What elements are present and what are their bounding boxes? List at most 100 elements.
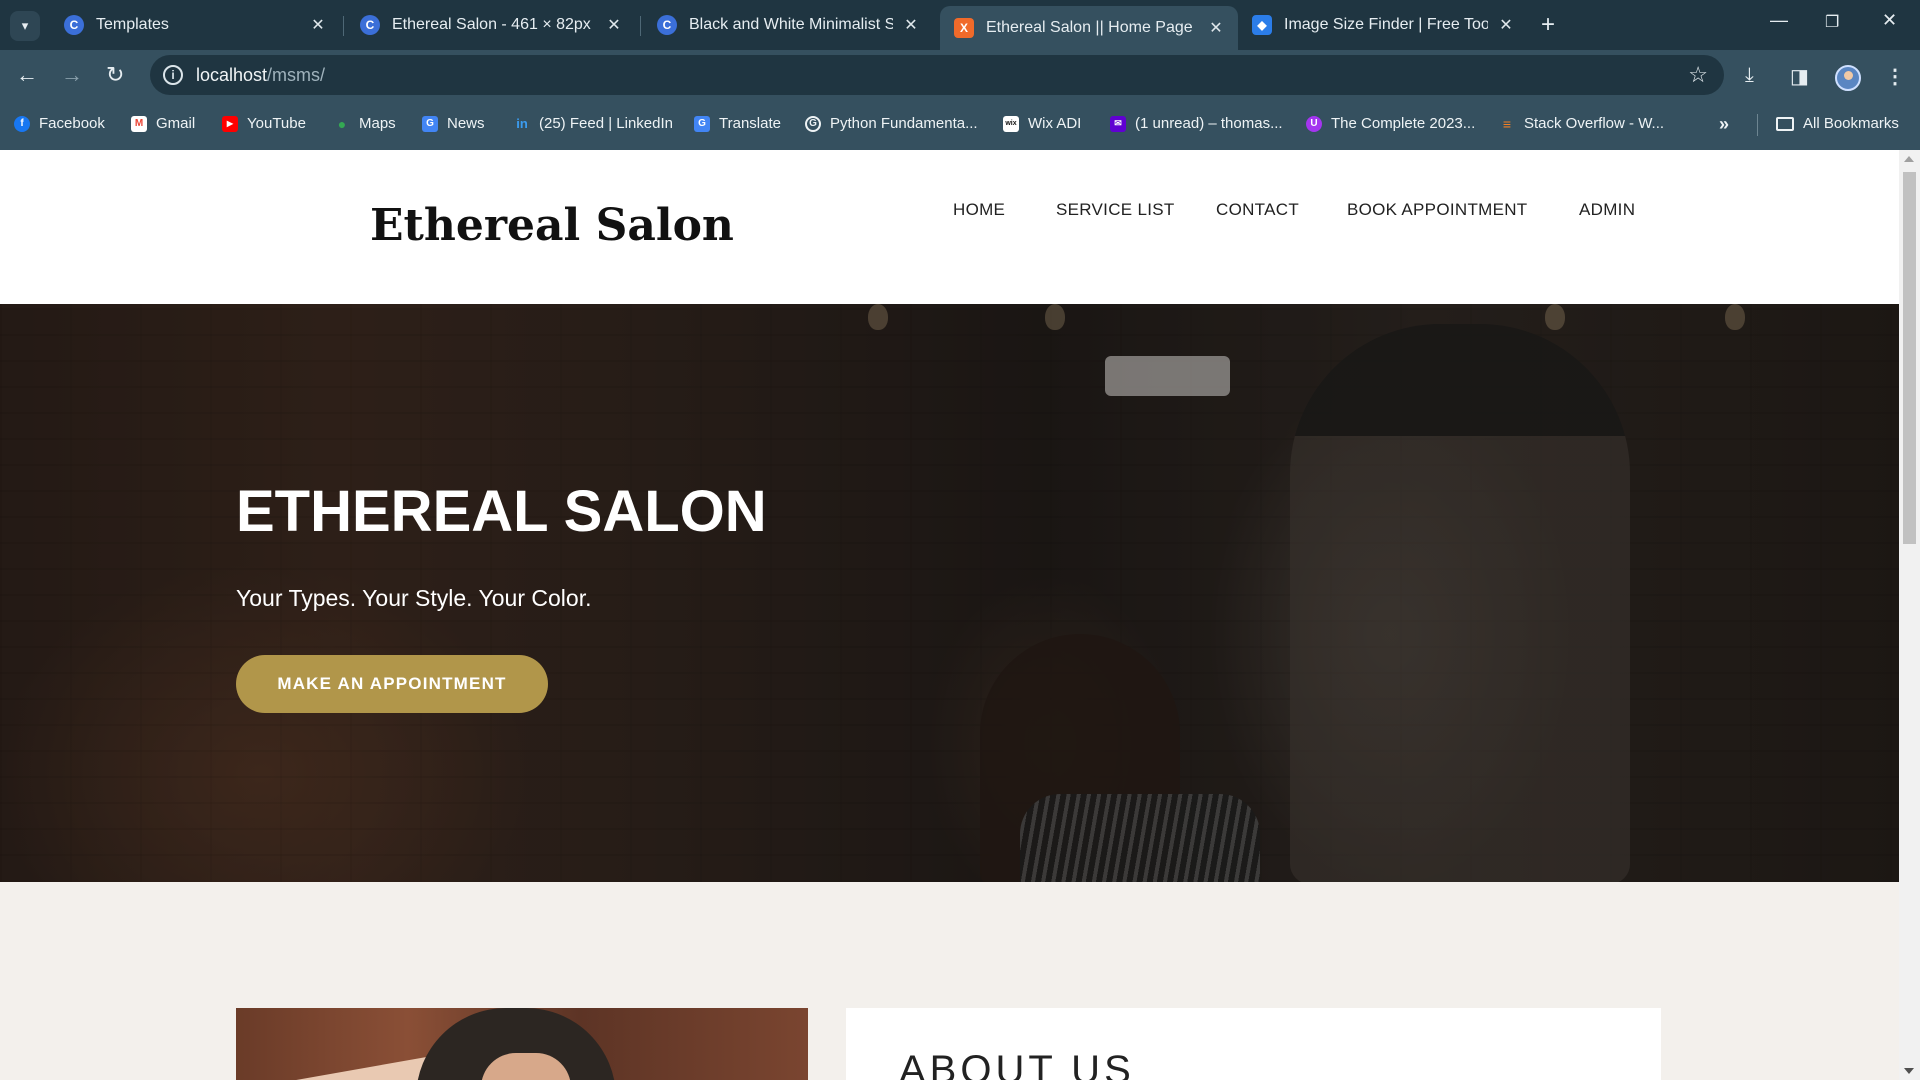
gmail-icon: M xyxy=(131,115,147,132)
download-icon[interactable]: ⤓ xyxy=(1745,64,1754,87)
bookmark-label: The Complete 2023... xyxy=(1331,115,1476,132)
close-icon[interactable]: ✕ xyxy=(604,15,624,35)
tab-title: Ethereal Salon - 461 × 82px xyxy=(392,16,591,33)
side-panel-icon[interactable]: ◨ xyxy=(1790,64,1809,89)
folder-icon xyxy=(1776,116,1794,131)
stackoverflow-icon: ≡ xyxy=(1502,115,1512,132)
image-size-finder-icon: ◆ xyxy=(1252,15,1272,35)
close-icon[interactable]: ✕ xyxy=(1206,18,1226,38)
nav-contact[interactable]: CONTACT xyxy=(1216,200,1299,220)
close-icon[interactable]: ✕ xyxy=(901,15,921,35)
bookmark-label: Python Fundamenta... xyxy=(830,115,978,132)
more-bookmarks-icon[interactable]: » xyxy=(1719,114,1729,135)
google-icon: G xyxy=(805,115,821,132)
bookmark-star-icon[interactable]: ☆ xyxy=(1688,62,1708,88)
page-viewport: Ethereal Salon HOME SERVICE LIST CONTACT… xyxy=(0,150,1899,1080)
close-window-button[interactable]: ✕ xyxy=(1882,10,1897,31)
close-icon[interactable]: ✕ xyxy=(1496,15,1516,35)
canva-icon: C xyxy=(657,15,677,35)
maps-pin-icon: ● xyxy=(337,115,347,132)
bookmark-udemy[interactable]: U The Complete 2023... xyxy=(1306,115,1475,132)
bookmark-label: Gmail xyxy=(156,115,196,132)
mail-icon: ✉ xyxy=(1110,115,1126,132)
make-appointment-button[interactable]: MAKE AN APPOINTMENT xyxy=(236,655,548,713)
news-icon: G xyxy=(422,115,438,132)
bookmark-stack-overflow[interactable]: ≡ Stack Overflow - W... xyxy=(1499,115,1664,132)
bookmark-facebook[interactable]: f Facebook xyxy=(14,115,105,132)
about-title: ABOUT US xyxy=(899,1048,1135,1080)
bookmark-python-fundamentals[interactable]: G Python Fundamenta... xyxy=(805,115,978,132)
chevron-down-icon: ▾ xyxy=(21,18,29,33)
bookmark-label: Maps xyxy=(359,115,396,132)
tab-separator xyxy=(343,16,344,36)
close-icon[interactable]: ✕ xyxy=(308,15,328,35)
site-info-icon[interactable]: i xyxy=(163,65,183,85)
hero-banner: ETHEREAL SALON Your Types. Your Style. Y… xyxy=(0,304,1899,882)
bookmark-yahoo-mail[interactable]: ✉ (1 unread) – thomas... xyxy=(1110,115,1283,132)
tab-image-size-finder[interactable]: ◆ Image Size Finder | Free Tool | P ✕ xyxy=(1238,6,1528,44)
tab-black-and-white[interactable]: C Black and White Minimalist Sim ✕ xyxy=(643,6,933,44)
about-image xyxy=(236,1008,808,1080)
tab-title: Templates xyxy=(96,16,169,33)
bookmark-maps[interactable]: ● Maps xyxy=(334,115,396,132)
xampp-icon: X xyxy=(954,18,974,38)
tab-ethereal-salon-image[interactable]: C Ethereal Salon - 461 × 82px ✕ xyxy=(346,6,636,44)
scroll-thumb[interactable] xyxy=(1903,172,1916,544)
site-logo[interactable]: Ethereal Salon xyxy=(370,200,734,251)
all-bookmarks-label: All Bookmarks xyxy=(1803,115,1899,132)
bookmark-gmail[interactable]: M Gmail xyxy=(131,115,195,132)
bookmark-label: (1 unread) – thomas... xyxy=(1135,115,1283,132)
tab-title: Ethereal Salon || Home Page xyxy=(986,19,1193,36)
nav-service-list[interactable]: SERVICE LIST xyxy=(1056,200,1175,220)
bookmark-label: (25) Feed | LinkedIn xyxy=(539,115,673,132)
minimize-button[interactable]: — xyxy=(1770,10,1788,31)
bookmark-label: Stack Overflow - W... xyxy=(1524,115,1665,132)
scroll-down-arrow[interactable] xyxy=(1904,1068,1914,1074)
menu-kebab-icon[interactable]: ⋮ xyxy=(1885,64,1905,89)
facebook-icon: f xyxy=(14,115,30,132)
restore-button[interactable]: ❐ xyxy=(1825,12,1839,32)
tab-strip: ▾ C Templates ✕ C Ethereal Salon - 461 ×… xyxy=(0,0,1920,50)
tab-title: Image Size Finder | Free Tool | P xyxy=(1284,16,1488,33)
linkedin-icon: in xyxy=(516,116,528,131)
bookmark-label: Facebook xyxy=(39,115,105,132)
url-host: localhost xyxy=(196,65,268,85)
about-card: ABOUT US xyxy=(846,1008,1661,1080)
url-text[interactable]: localhost/msms/ xyxy=(196,65,325,86)
scroll-up-arrow[interactable] xyxy=(1904,156,1914,162)
tab-title: Black and White Minimalist Sim xyxy=(689,16,893,33)
profile-avatar[interactable] xyxy=(1835,65,1861,91)
all-bookmarks-button[interactable]: All Bookmarks xyxy=(1776,115,1899,132)
bookmarks-divider xyxy=(1757,114,1758,136)
udemy-icon: U xyxy=(1306,115,1322,132)
nav-home[interactable]: HOME xyxy=(953,200,1005,220)
page-scrollbar[interactable] xyxy=(1899,150,1920,1080)
tab-templates[interactable]: C Templates ✕ xyxy=(50,6,340,44)
bookmark-news[interactable]: G News xyxy=(422,115,485,132)
youtube-icon: ▶ xyxy=(222,115,238,132)
new-tab-button[interactable]: + xyxy=(1541,12,1555,38)
tab-search-button[interactable]: ▾ xyxy=(10,11,40,41)
url-path: /msms/ xyxy=(267,65,326,85)
bookmark-label: Translate xyxy=(719,115,781,132)
bookmark-linkedin[interactable]: in (25) Feed | LinkedIn xyxy=(514,115,673,132)
site-header: Ethereal Salon HOME SERVICE LIST CONTACT… xyxy=(0,150,1899,304)
nav-book-appointment[interactable]: BOOK APPOINTMENT xyxy=(1347,200,1528,220)
bookmark-translate[interactable]: G Translate xyxy=(694,115,781,132)
bookmark-label: YouTube xyxy=(247,115,306,132)
canva-icon: C xyxy=(64,15,84,35)
reload-button[interactable]: ↻ xyxy=(106,62,124,88)
back-button[interactable]: ← xyxy=(16,62,38,88)
bookmark-wix-adi[interactable]: wix Wix ADI xyxy=(1003,115,1081,132)
bookmark-youtube[interactable]: ▶ YouTube xyxy=(222,115,306,132)
address-bar[interactable]: i localhost/msms/ ☆ xyxy=(150,55,1724,95)
wix-icon: wix xyxy=(1003,115,1019,132)
canva-icon: C xyxy=(360,15,380,35)
tab-ethereal-salon-home[interactable]: X Ethereal Salon || Home Page ✕ xyxy=(940,6,1238,50)
bookmark-label: Wix ADI xyxy=(1028,115,1082,132)
tab-separator xyxy=(640,16,641,36)
forward-button[interactable]: → xyxy=(61,62,83,88)
translate-icon: G xyxy=(694,115,710,132)
nav-admin[interactable]: ADMIN xyxy=(1579,200,1635,220)
hero-subtitle: Your Types. Your Style. Your Color. xyxy=(236,585,592,611)
